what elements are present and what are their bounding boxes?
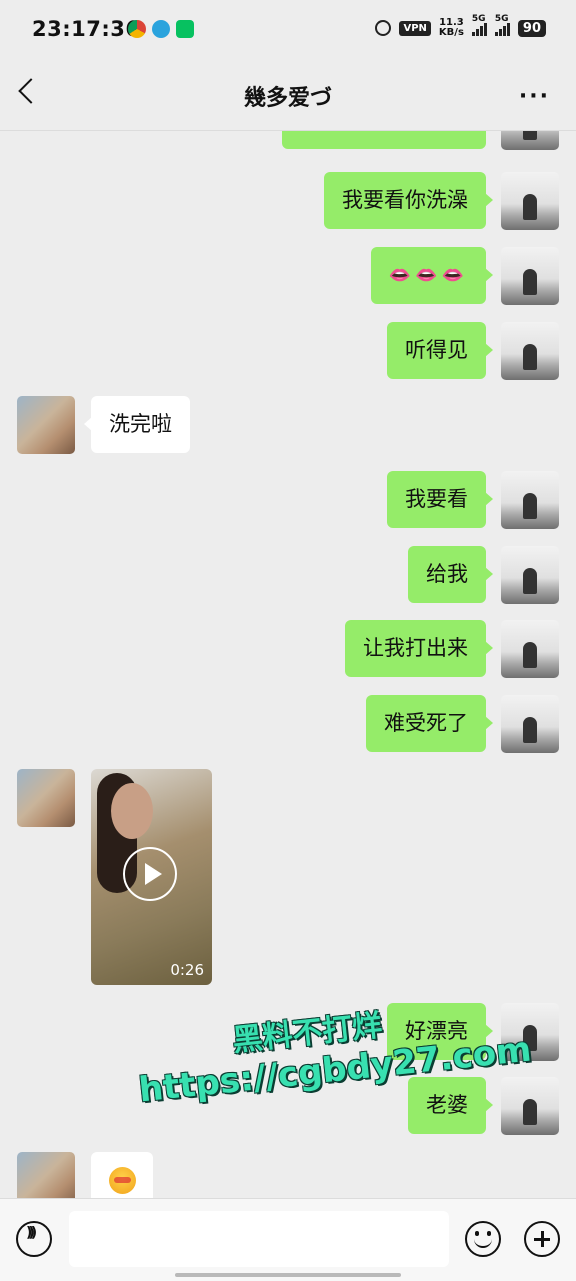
- my-avatar[interactable]: [501, 1077, 559, 1135]
- my-avatar[interactable]: [501, 247, 559, 305]
- video-message[interactable]: 0:26: [91, 769, 212, 985]
- message-bubble[interactable]: 难受死了: [366, 695, 493, 752]
- signal-icon-2: 5G: [494, 14, 510, 36]
- network-speed: 11.3 KB/s: [438, 17, 464, 38]
- contact-avatar[interactable]: [17, 396, 75, 454]
- video-thumbnail-face: [111, 783, 153, 839]
- message-bubble[interactable]: 我要看你洗澡: [324, 172, 493, 229]
- chat-header: 幾多爱づ ···: [0, 60, 576, 131]
- chat-title: 幾多爱づ: [243, 86, 332, 111]
- message-bubble[interactable]: 👄👄👄: [370, 247, 494, 304]
- play-icon[interactable]: [123, 847, 177, 901]
- input-bar: [0, 1198, 576, 1281]
- status-time: 23:17:36: [32, 17, 141, 41]
- my-avatar[interactable]: [501, 695, 559, 753]
- contact-avatar[interactable]: [17, 1152, 75, 1198]
- message-bubble[interactable]: 老婆: [408, 1077, 493, 1134]
- signal-icon: 5G: [471, 14, 487, 36]
- wechat-icon: [176, 20, 194, 38]
- emoji-icon[interactable]: [465, 1221, 501, 1257]
- message-bubble[interactable]: 给我: [408, 546, 493, 603]
- add-icon[interactable]: [524, 1221, 560, 1257]
- video-duration: 0:26: [170, 961, 204, 979]
- vpn-badge: VPN: [399, 20, 431, 36]
- my-avatar[interactable]: [501, 620, 559, 678]
- my-avatar[interactable]: [501, 322, 559, 380]
- my-avatar[interactable]: [501, 131, 559, 150]
- blushing-face-icon: [109, 1167, 136, 1194]
- my-avatar[interactable]: [501, 471, 559, 529]
- my-avatar[interactable]: [501, 546, 559, 604]
- message-bubble[interactable]: 让我打出来: [345, 620, 493, 677]
- contact-avatar[interactable]: [17, 769, 75, 827]
- status-right: VPN 11.3 KB/s 5G 5G 90: [375, 14, 546, 38]
- chrome-icon: [128, 20, 146, 38]
- battery-indicator: 90: [517, 19, 546, 37]
- emoji-message[interactable]: [91, 1152, 153, 1198]
- message-bubble[interactable]: 洗完啦: [84, 396, 190, 453]
- telegram-icon: [152, 20, 170, 38]
- message-bubble[interactable]: 我看看洗干净了吗: [282, 131, 486, 149]
- message-bubble[interactable]: 听得见: [387, 322, 493, 379]
- alarm-icon: [375, 20, 392, 36]
- status-bar: 23:17:36 VPN 11.3 KB/s 5G 5G 90: [0, 0, 576, 60]
- message-bubble[interactable]: 我要看: [387, 471, 493, 528]
- my-avatar[interactable]: [501, 172, 559, 230]
- message-input[interactable]: [69, 1211, 449, 1267]
- notification-icons: [128, 20, 194, 38]
- more-options-icon[interactable]: ···: [519, 84, 550, 109]
- voice-input-icon[interactable]: [16, 1221, 52, 1257]
- home-indicator: [175, 1273, 401, 1277]
